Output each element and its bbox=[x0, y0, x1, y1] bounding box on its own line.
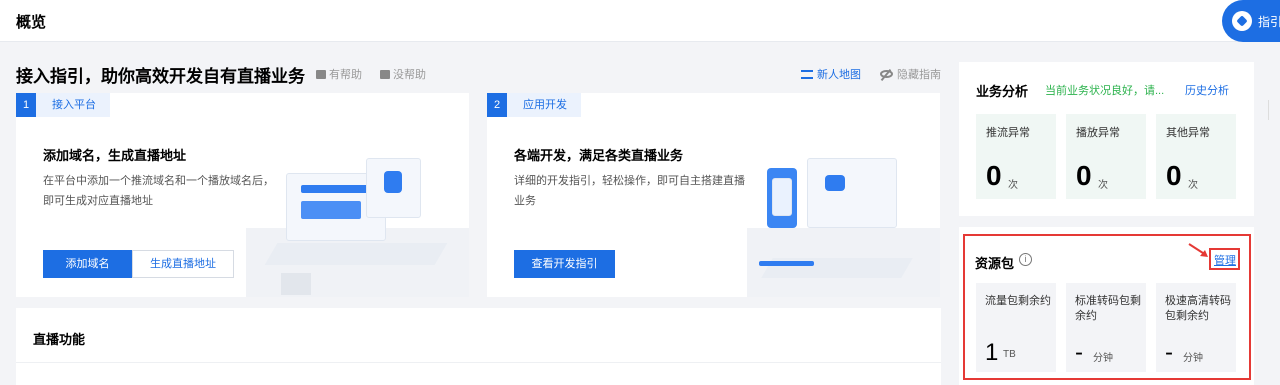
stat-value: 0 bbox=[1166, 160, 1182, 191]
step-number: 2 bbox=[487, 93, 507, 117]
view-dev-guide-button[interactable]: 查看开发指引 bbox=[514, 250, 615, 278]
standard-transcode-stat: 标准转码包剩余约 - 分钟 bbox=[1066, 283, 1146, 372]
development-illustration bbox=[747, 133, 940, 297]
stat-value: 0 bbox=[986, 160, 1002, 191]
stat-label: 流量包剩余约 bbox=[985, 295, 1051, 307]
hd-transcode-stat: 极速高清转码包剩余约 - 分钟 bbox=[1156, 283, 1236, 372]
new-user-map-label: 新人地图 bbox=[817, 69, 861, 81]
stat-label: 极速高清转码包剩余约 bbox=[1165, 295, 1231, 322]
add-domain-button[interactable]: 添加域名 bbox=[43, 250, 132, 278]
map-icon bbox=[801, 69, 813, 79]
generate-address-button[interactable]: 生成直播地址 bbox=[132, 250, 234, 278]
stat-value: - bbox=[1075, 339, 1083, 366]
other-error-stat: 其他异常 0 次 bbox=[1156, 114, 1236, 199]
step-badge: 2 应用开发 bbox=[487, 93, 581, 117]
stat-unit: 次 bbox=[1188, 180, 1198, 191]
stat-value: 1 bbox=[985, 339, 999, 366]
push-error-stat: 推流异常 0 次 bbox=[976, 114, 1056, 199]
business-analysis-card: 业务分析 当前业务状况良好，请... 历史分析 推流异常 0 次 播放异常 0 … bbox=[959, 62, 1254, 216]
step-card-development: 2 应用开发 各端开发，满足各类直播业务 详细的开发指引，轻松操作，即可自主搭建… bbox=[487, 93, 940, 297]
step-badge: 1 接入平台 bbox=[16, 93, 110, 117]
compass-icon bbox=[1232, 11, 1252, 31]
live-features-title: 直播功能 bbox=[33, 332, 86, 347]
step-card-platform: 1 接入平台 添加域名，生成直播地址 在平台中添加一个推流域名和一个播放域名后，… bbox=[16, 93, 469, 297]
manage-link[interactable]: 管理 bbox=[1214, 252, 1236, 268]
stat-value: - bbox=[1165, 339, 1173, 366]
stat-label: 播放异常 bbox=[1076, 127, 1120, 139]
stat-value: 0 bbox=[1076, 160, 1092, 191]
stat-label: 推流异常 bbox=[986, 127, 1030, 139]
step-description: 详细的开发指引，轻松操作，即可自主搭建直播业务 bbox=[514, 175, 745, 207]
helpful-button[interactable]: 有帮助 bbox=[316, 66, 362, 82]
divider bbox=[16, 362, 941, 363]
business-status-text: 当前业务状况良好，请... bbox=[1045, 85, 1165, 97]
not-helpful-label: 没帮助 bbox=[393, 69, 426, 81]
stat-unit: 次 bbox=[1008, 180, 1018, 191]
helpful-label: 有帮助 bbox=[329, 69, 362, 81]
stat-unit: 分钟 bbox=[1093, 353, 1113, 364]
hide-guide-link[interactable]: 隐藏指南 bbox=[880, 66, 941, 82]
guide-title: 接入指引，助你高效开发自有直播业务 bbox=[16, 67, 305, 86]
stat-unit: 次 bbox=[1098, 180, 1108, 191]
business-analysis-title: 业务分析 bbox=[976, 84, 1029, 99]
thumbs-down-icon bbox=[380, 69, 390, 79]
not-helpful-button[interactable]: 没帮助 bbox=[380, 66, 426, 82]
stat-unit: TB bbox=[1003, 349, 1016, 360]
guide-header: 接入指引，助你高效开发自有直播业务 有帮助 没帮助 新人地图 隐藏指南 bbox=[16, 62, 941, 86]
stat-label: 标准转码包剩余约 bbox=[1075, 295, 1141, 322]
play-error-stat: 播放异常 0 次 bbox=[1066, 114, 1146, 199]
thumbs-up-icon bbox=[316, 69, 326, 79]
step-title: 添加域名，生成直播地址 bbox=[43, 148, 187, 163]
live-features-card: 直播功能 bbox=[16, 308, 941, 385]
red-arrow-icon bbox=[1188, 243, 1208, 257]
traffic-package-stat: 流量包剩余约 1 TB bbox=[976, 283, 1056, 372]
top-bar: 概览 指引 bbox=[0, 0, 1280, 42]
step-name: 接入平台 bbox=[36, 93, 110, 117]
new-user-map-link[interactable]: 新人地图 bbox=[801, 66, 861, 82]
page-title: 概览 bbox=[16, 14, 47, 31]
scrollbar[interactable] bbox=[1268, 100, 1269, 120]
eye-off-icon bbox=[880, 70, 893, 78]
step-title: 各端开发，满足各类直播业务 bbox=[514, 148, 684, 163]
stat-unit: 分钟 bbox=[1183, 353, 1203, 364]
guide-button-label: 指引 bbox=[1258, 15, 1280, 29]
step-number: 1 bbox=[16, 93, 36, 117]
stat-label: 其他异常 bbox=[1166, 127, 1210, 139]
domain-illustration bbox=[246, 133, 469, 297]
step-name: 应用开发 bbox=[507, 93, 581, 117]
history-analysis-link[interactable]: 历史分析 bbox=[1185, 82, 1229, 98]
guide-button[interactable]: 指引 bbox=[1222, 0, 1280, 42]
hide-guide-label: 隐藏指南 bbox=[897, 69, 941, 81]
